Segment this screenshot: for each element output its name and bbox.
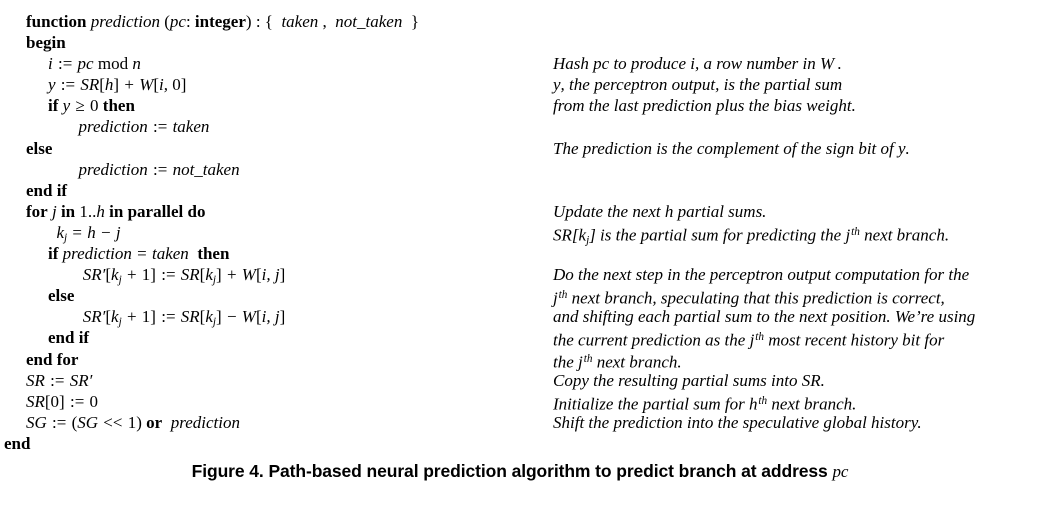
comment-complement: The prediction is the complement of the … <box>553 138 910 158</box>
code-line-end: end <box>4 433 31 453</box>
code-line-sr-zero: SR[0] := 0 <box>26 391 99 411</box>
code-line-begin: begin <box>26 33 66 53</box>
code-line-sr-plus: SR′[kj + 1] := SR[kj] + W[i, j] <box>82 265 286 287</box>
comment-blank <box>553 180 1023 201</box>
code-line-end-for: end for <box>26 349 79 369</box>
code-line-predict-not-taken: prediction := not_taken <box>70 159 240 179</box>
comment-srkj: SR[kj] is the partial sum for predicting… <box>553 225 950 247</box>
comment-do-3: and shifting each partial sum to the nex… <box>553 307 976 327</box>
caption-text: Figure 4. Path-based neural prediction a… <box>191 461 828 481</box>
code-line-sr-minus: SR′[kj + 1] := SR[kj] − W[i, j] <box>82 307 286 329</box>
code-line-if-prediction: if prediction = taken then <box>48 244 230 264</box>
comment-blank <box>553 116 1023 137</box>
code-line-for-j: for j in 1..h in parallel do <box>26 201 206 221</box>
figure-caption: Figure 4. Path-based neural prediction a… <box>0 461 1040 482</box>
code-line-end-if-1: end if <box>26 180 68 200</box>
code-line-compute-y: y := SR[h] + W[i, 0] <box>48 75 187 95</box>
code-line-if-y: if y ≥ 0 then <box>48 96 135 116</box>
comment-shift: Shift the prediction into the speculativ… <box>553 412 922 432</box>
comment-do-1: Do the next step in the perceptron outpu… <box>553 265 970 285</box>
algorithm-body: function prediction (pc: integer) : { ta… <box>0 11 1040 453</box>
code-line-else-2: else <box>48 286 75 306</box>
comment-blank <box>553 11 1023 32</box>
comment-update: Update the next h partial sums. <box>553 201 767 221</box>
pseudocode-column: function prediction (pc: integer) : { ta… <box>4 11 536 454</box>
code-line-kj-assign: kj = h − j <box>56 222 121 244</box>
code-line-end-if-2: end if <box>48 328 90 348</box>
comment-do-4: the current prediction as the j th most … <box>553 330 945 350</box>
code-line-sg-shift: SG := (SG << 1) or prediction <box>26 412 240 432</box>
code-line-predict-taken: prediction := taken <box>70 117 210 137</box>
comment-do-5: the j th next branch. <box>553 351 682 371</box>
comment-do-2: j th next branch, speculating that this … <box>553 288 945 308</box>
comment-column: Hash pc to produce i, a row number in W … <box>553 11 1023 433</box>
code-line-sr-copy: SR := SR′ <box>26 370 93 390</box>
code-line-else-1: else <box>26 138 53 158</box>
comment-blank <box>553 243 1023 264</box>
comment-y-2: from the last prediction plus the bias w… <box>553 96 856 116</box>
caption-math-pc: pc <box>832 462 849 481</box>
code-line-signature: function prediction (pc: integer) : { ta… <box>26 12 419 31</box>
code-line-hash-index: i := pc mod n <box>48 54 141 74</box>
comment-copy: Copy the resulting partial sums into SR. <box>553 370 825 390</box>
comment-blank <box>553 159 1023 180</box>
comment-blank <box>553 32 1023 53</box>
algorithm-figure: function prediction (pc: integer) : { ta… <box>0 0 1040 508</box>
comment-init: Initialize the partial sum for h th next… <box>553 394 857 414</box>
comment-y-1: y, the perceptron output, is the partial… <box>553 75 843 95</box>
comment-hash: Hash pc to produce i, a row number in W … <box>553 54 842 74</box>
